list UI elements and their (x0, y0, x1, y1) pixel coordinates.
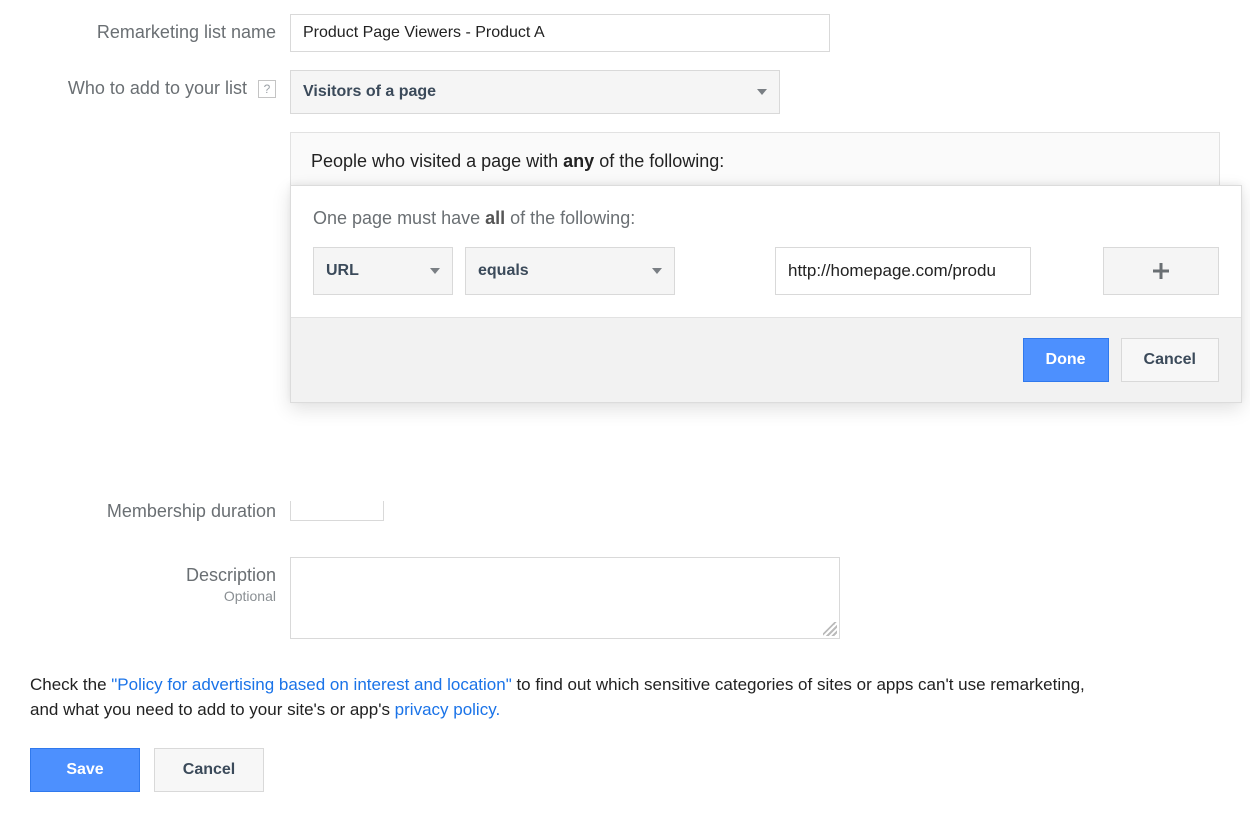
caret-down-icon (652, 268, 662, 274)
rules-heading-suffix: of the following: (594, 151, 724, 171)
caret-down-icon (757, 89, 767, 95)
membership-duration-label: Membership duration (30, 501, 290, 522)
rule-operator-selected: equals (478, 262, 529, 280)
description-label: Description Optional (30, 557, 290, 604)
rules-heading-bold: any (563, 151, 594, 171)
policy-link[interactable]: "Policy for advertising based on interes… (111, 675, 511, 694)
rules-heading-prefix: People who visited a page with (311, 151, 563, 171)
done-button[interactable]: Done (1023, 338, 1109, 382)
description-textarea[interactable] (290, 557, 840, 639)
popover-cancel-button[interactable]: Cancel (1121, 338, 1219, 382)
who-to-add-label: Who to add to your list ? (30, 70, 290, 99)
caret-down-icon (430, 268, 440, 274)
popover-heading-suffix: of the following: (505, 208, 635, 228)
policy-prefix: Check the (30, 675, 111, 694)
remarketing-list-name-input[interactable]: Product Page Viewers - Product A (290, 14, 830, 52)
visitor-type-dropdown[interactable]: Visitors of a page (290, 70, 780, 114)
popover-heading-bold: all (485, 208, 505, 228)
policy-text: Check the "Policy for advertising based … (30, 673, 1110, 722)
rules-heading: People who visited a page with any of th… (311, 151, 1199, 172)
popover-heading: One page must have all of the following: (313, 208, 1219, 229)
visitor-type-selected: Visitors of a page (303, 83, 436, 101)
rule-value-input[interactable]: http://homepage.com/produ (775, 247, 1031, 295)
who-to-add-label-text: Who to add to your list (68, 78, 247, 98)
save-button[interactable]: Save (30, 748, 140, 792)
cancel-button[interactable]: Cancel (154, 748, 264, 792)
plus-icon (1152, 262, 1170, 280)
add-condition-button[interactable] (1103, 247, 1219, 295)
privacy-policy-link[interactable]: privacy policy. (395, 700, 501, 719)
rule-operator-dropdown[interactable]: equals (465, 247, 675, 295)
description-label-text: Description (186, 565, 276, 585)
rule-field-selected: URL (326, 262, 359, 280)
popover-heading-prefix: One page must have (313, 208, 485, 228)
help-icon[interactable]: ? (258, 80, 276, 98)
rule-editor-popover: One page must have all of the following:… (290, 185, 1242, 403)
remarketing-list-name-label: Remarketing list name (30, 14, 290, 43)
membership-duration-input-stub[interactable] (290, 501, 384, 521)
description-sublabel: Optional (30, 588, 276, 604)
rule-field-dropdown[interactable]: URL (313, 247, 453, 295)
resize-grip-icon[interactable] (823, 622, 837, 636)
